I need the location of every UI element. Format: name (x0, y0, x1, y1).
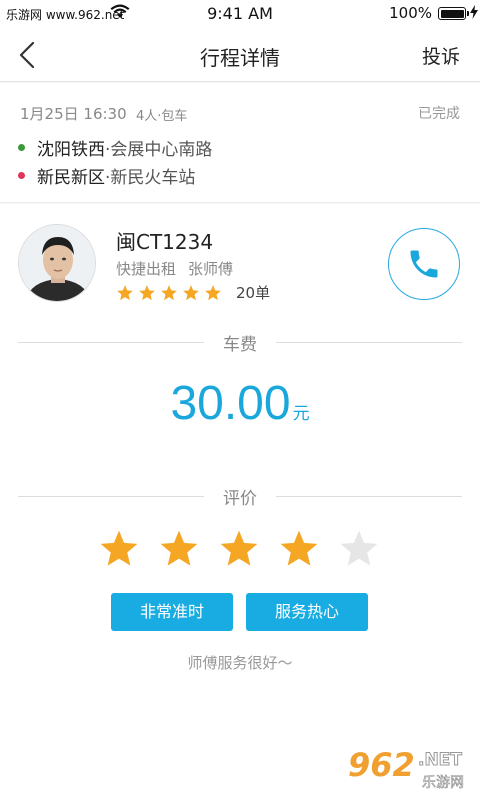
charging-bolt-icon (470, 5, 478, 19)
fare-unit: 元 (292, 404, 310, 424)
star-icon (183, 284, 199, 300)
tag-friendly-service[interactable]: 服务热心 (246, 593, 368, 631)
battery-icon (438, 7, 469, 20)
rating-star-1-icon[interactable] (98, 528, 140, 570)
fare-section-header: 车费 (18, 330, 462, 355)
watermark-number: 962 (348, 746, 415, 784)
star-icon (161, 284, 177, 300)
status-bar: 乐游网 www.962.net 9:41 AM 100% (0, 0, 480, 28)
battery-percent: 100% (389, 4, 432, 22)
destination-area: 新民新区 (37, 168, 105, 188)
trip-date: 1月25日 16:30 (20, 105, 127, 123)
origin-area: 沈阳铁西 (37, 140, 105, 160)
star-icon (205, 284, 221, 300)
page-title: 行程详情 (200, 46, 280, 70)
star-icon (139, 284, 155, 300)
watermark-text: 乐游网 (422, 775, 465, 792)
route-destination: 新民新区 ·新民火车站 (18, 163, 195, 188)
origin-dot-icon (18, 144, 25, 151)
rating-star-3-icon[interactable] (218, 528, 260, 570)
origin-detail: ·会展中心南路 (105, 140, 213, 160)
trip-type: 4人·包车 (136, 109, 188, 124)
rating-star-2-icon[interactable] (158, 528, 200, 570)
driver-rating: 20单 (116, 282, 270, 303)
fare-amount: 30.00 (170, 377, 291, 430)
rating-stars (98, 528, 398, 570)
driver-photo (19, 225, 95, 301)
driver-avatar (18, 224, 96, 302)
destination-dot-icon (18, 172, 25, 179)
rating-star-5-icon[interactable] (338, 528, 380, 570)
complain-button[interactable]: 投诉 (422, 42, 460, 69)
watermark-suffix: .NET (418, 750, 463, 771)
site-watermark-logo: 962 .NET 乐游网 (342, 746, 474, 796)
rating-star-4-icon[interactable] (278, 528, 320, 570)
trip-detail-main: 闽CT1234 快捷出租张师傅 20单 车费 30.00元 评价 非常准时 (0, 204, 480, 800)
trip-info-card: 1月25日 16:30 4人·包车 已完成 沈阳铁西 ·会展中心南路 新民新区 … (0, 83, 480, 203)
rating-comment: 师傅服务很好～ (187, 654, 293, 672)
driver-name: 张师傅 (188, 260, 234, 278)
call-driver-button[interactable] (388, 228, 460, 300)
taxi-company: 快捷出租 (116, 260, 177, 278)
rating-section-header: 评价 (18, 484, 462, 509)
destination-detail: ·新民火车站 (105, 168, 196, 188)
phone-icon (410, 250, 438, 278)
driver-company-line: 快捷出租 张师傅 (116, 258, 233, 279)
star-icon (117, 284, 133, 300)
divider (276, 496, 462, 497)
car-plate: 闽CT1234 (116, 230, 214, 254)
tag-punctual[interactable]: 非常准时 (111, 593, 233, 631)
divider (276, 342, 462, 343)
fare-display: 30.00 元 (0, 376, 480, 431)
route-origin: 沈阳铁西 ·会展中心南路 (18, 135, 212, 160)
order-count: 20单 (236, 284, 271, 302)
trip-status: 已完成 (418, 106, 460, 122)
nav-bar: 行程详情 投诉 (0, 28, 480, 82)
